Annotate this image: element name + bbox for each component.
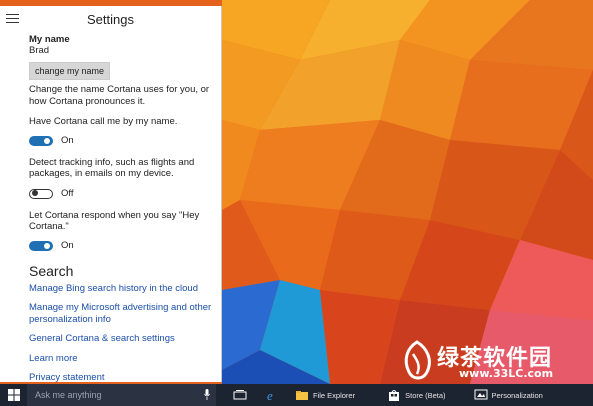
hey-cortana-state: On	[61, 240, 74, 251]
file-explorer-label: File Explorer	[313, 390, 356, 400]
call-me-state: On	[61, 135, 74, 146]
taskbar-search-box[interactable]: Ask me anything	[27, 384, 216, 406]
task-view-icon	[233, 390, 247, 400]
call-me-toggle-row: On	[29, 134, 213, 148]
taskbar-task-view[interactable]	[228, 384, 252, 406]
taskbar-store[interactable]: Store (Beta)	[382, 384, 450, 406]
personalization-icon	[474, 389, 488, 400]
link-learn-more[interactable]: Learn more	[29, 353, 213, 365]
my-name-heading: My name	[29, 34, 70, 45]
search-section-title: Search	[29, 262, 74, 279]
hey-cortana-toggle[interactable]	[29, 240, 53, 251]
windows-logo-icon	[7, 389, 20, 401]
link-advertising[interactable]: Manage my Microsoft advertising and othe…	[29, 302, 213, 325]
taskbar: Ask me anything e File Explorer Store (B…	[0, 384, 593, 406]
start-button[interactable]	[0, 384, 27, 406]
tracking-toggle[interactable]	[29, 188, 53, 199]
tracking-description: Detect tracking info, such as flights an…	[29, 156, 195, 180]
watermark-url: www.33LC.com	[459, 367, 554, 380]
taskbar-file-explorer[interactable]: File Explorer	[290, 384, 360, 406]
edge-browser-icon: e	[267, 388, 273, 402]
taskbar-personalization[interactable]: Personalization	[469, 384, 548, 406]
settings-content: My name Brad change my name Change the n…	[0, 34, 221, 382]
hey-cortana-toggle-row: On	[29, 239, 213, 253]
panel-header: Settings	[0, 6, 221, 34]
change-name-description: Change the name Cortana uses for you, or…	[29, 84, 210, 107]
link-bing-history[interactable]: Manage Bing search history in the cloud	[29, 283, 213, 295]
cortana-settings-panel: Settings My name Brad change my name Cha…	[0, 6, 222, 382]
search-placeholder: Ask me anything	[35, 390, 102, 400]
link-general-settings[interactable]: General Cortana & search settings	[29, 333, 213, 345]
tracking-toggle-row: Off	[29, 187, 213, 201]
folder-icon	[296, 391, 308, 400]
store-label: Store (Beta)	[405, 390, 446, 400]
name-value: Brad	[29, 45, 50, 56]
watermark-logo-icon	[404, 340, 431, 380]
panel-title: Settings	[87, 12, 134, 27]
link-privacy[interactable]: Privacy statement	[29, 372, 213, 382]
site-watermark: 绿茶软件园 www.33LC.com	[399, 340, 587, 386]
microphone-icon[interactable]	[204, 389, 210, 400]
hey-cortana-description: Let Cortana respond when you say "Hey Co…	[29, 209, 200, 233]
call-me-description: Have Cortana call me by my name.	[29, 116, 178, 127]
change-name-button[interactable]: change my name	[29, 62, 111, 80]
taskbar-edge[interactable]: e	[260, 384, 284, 406]
svg-text:e: e	[267, 388, 273, 402]
personalization-label: Personalization	[491, 390, 543, 400]
tracking-state: Off	[61, 188, 74, 199]
store-icon	[389, 390, 400, 401]
call-me-toggle[interactable]	[29, 135, 53, 146]
